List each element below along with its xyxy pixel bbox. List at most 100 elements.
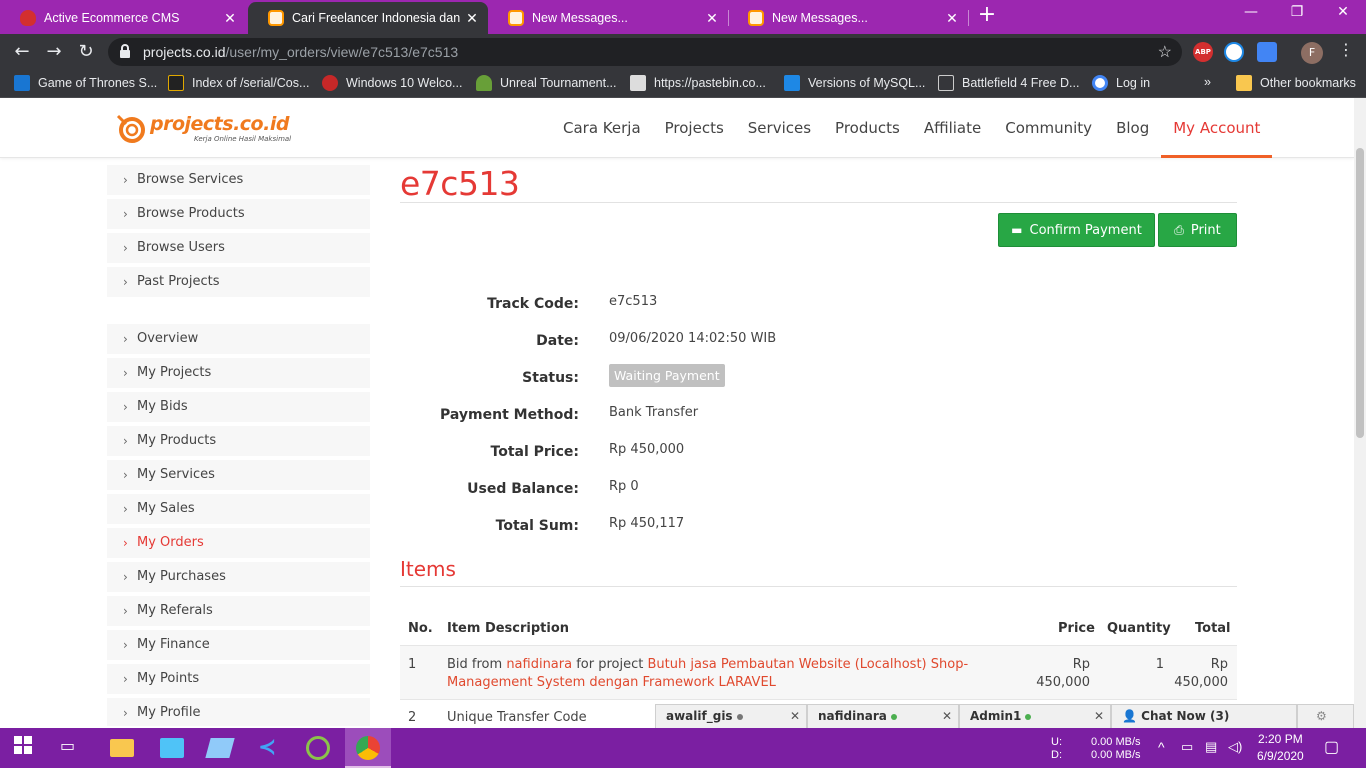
page-scrollbar[interactable] xyxy=(1354,98,1366,728)
chat-tab[interactable]: awalif_gis ✕ xyxy=(655,704,807,728)
tab-title: New Messages... xyxy=(532,11,628,25)
printer-icon: ⎙ xyxy=(1174,222,1184,237)
chat-tab[interactable]: nafidinara ✕ xyxy=(807,704,959,728)
sidebar-item-my-profile[interactable]: › My Profile xyxy=(107,698,370,728)
sidebar-item-my-points[interactable]: › My Points xyxy=(107,664,370,696)
browser-tab[interactable]: New Messages... ✕ xyxy=(488,2,728,34)
extension-icon[interactable] xyxy=(1224,42,1244,62)
nav-blog[interactable]: Blog xyxy=(1104,98,1161,158)
bookmark-star-icon[interactable]: ☆ xyxy=(1158,42,1172,62)
online-status-icon xyxy=(1025,713,1032,720)
file-explorer-icon[interactable] xyxy=(110,739,134,757)
windows-start-icon[interactable] xyxy=(14,736,38,760)
nav-services[interactable]: Services xyxy=(736,98,823,158)
sidebar-item-my-services[interactable]: › My Services xyxy=(107,460,370,492)
control-panel-icon[interactable] xyxy=(160,738,184,758)
clock-date[interactable]: 6/9/2020 xyxy=(1257,749,1304,763)
sidebar-item-my-purchases[interactable]: › My Purchases xyxy=(107,562,370,594)
nav-community[interactable]: Community xyxy=(993,98,1104,158)
table-divider xyxy=(400,699,1237,700)
volume-icon[interactable]: ◁) xyxy=(1228,739,1242,755)
chat-settings[interactable]: ⚙ xyxy=(1297,704,1354,728)
sidebar-item-my-products[interactable]: › My Products xyxy=(107,426,370,458)
online-status-icon xyxy=(890,713,897,720)
browser-tab[interactable]: Active Ecommerce CMS ✕ xyxy=(0,2,246,34)
restore-icon[interactable]: ❐ xyxy=(1274,4,1320,20)
minimize-icon[interactable]: — xyxy=(1228,4,1274,20)
nav-projects[interactable]: Projects xyxy=(653,98,736,158)
confirm-payment-button[interactable]: ▬ Confirm Payment xyxy=(998,213,1155,247)
address-bar[interactable]: projects.co.id /user/my_orders/view/e7c5… xyxy=(108,38,1182,66)
sidebar-item-past-projects[interactable]: › Past Projects xyxy=(107,267,370,299)
nav-products[interactable]: Products xyxy=(823,98,912,158)
other-bookmarks[interactable]: Other bookmarks xyxy=(1236,75,1356,91)
chat-now-tab[interactable]: 👤 Chat Now (3) xyxy=(1111,704,1297,728)
sidebar-item-my-finance[interactable]: › My Finance xyxy=(107,630,370,662)
battery-icon[interactable]: ▭ xyxy=(1181,739,1193,755)
sidebar-item-my-orders[interactable]: › My Orders xyxy=(107,528,370,560)
browser-tab[interactable]: New Messages... ✕ xyxy=(728,2,968,34)
bookmark-item[interactable]: https://pastebin.co... xyxy=(630,75,766,91)
translate-icon[interactable] xyxy=(1257,42,1277,62)
chat-tab[interactable]: Admin1 ✕ xyxy=(959,704,1111,728)
bookmark-item[interactable]: Windows 10 Welco... xyxy=(322,75,462,91)
google-icon xyxy=(1092,75,1108,91)
profile-avatar[interactable]: F xyxy=(1301,42,1323,64)
network-icon[interactable]: ▤ xyxy=(1205,739,1217,755)
sidebar-item-browse-products[interactable]: › Browse Products xyxy=(107,199,370,231)
bookmark-item[interactable]: Index of /serial/Cos... xyxy=(168,75,309,91)
close-icon[interactable]: ✕ xyxy=(790,705,800,728)
close-icon[interactable]: ✕ xyxy=(704,10,720,27)
bookmark-favicon-icon xyxy=(14,75,30,91)
back-icon[interactable]: ← xyxy=(10,40,34,64)
close-icon[interactable]: ✕ xyxy=(464,10,480,27)
bookmarks-overflow-icon[interactable]: » xyxy=(1204,75,1211,89)
vscode-icon[interactable]: ≺ xyxy=(258,736,282,760)
app-icon[interactable] xyxy=(306,736,330,760)
chrome-icon[interactable] xyxy=(356,736,380,760)
clock-time[interactable]: 2:20 PM xyxy=(1258,732,1303,746)
sidebar-item-browse-users[interactable]: › Browse Users xyxy=(107,233,370,265)
nav-affiliate[interactable]: Affiliate xyxy=(912,98,993,158)
nav-cara-kerja[interactable]: Cara Kerja xyxy=(551,98,653,158)
sidebar-item-my-bids[interactable]: › My Bids xyxy=(107,392,370,424)
close-icon[interactable]: ✕ xyxy=(222,10,238,27)
projects-logo-icon xyxy=(508,10,524,26)
print-button[interactable]: ⎙ Print xyxy=(1158,213,1237,247)
notepad-icon[interactable] xyxy=(205,738,235,758)
bookmark-item[interactable]: Game of Thrones S... xyxy=(14,75,157,91)
sidebar-item-my-projects[interactable]: › My Projects xyxy=(107,358,370,390)
bookmark-item[interactable]: Versions of MySQL... xyxy=(784,75,925,91)
browser-toolbar: ← → ↻ projects.co.id /user/my_orders/vie… xyxy=(0,34,1366,70)
reload-icon[interactable]: ↻ xyxy=(74,40,98,64)
sidebar-item-my-referals[interactable]: › My Referals xyxy=(107,596,370,628)
bookmark-item[interactable]: Unreal Tournament... xyxy=(476,75,617,91)
bookmark-item[interactable]: Log in xyxy=(1092,75,1150,91)
adblock-icon[interactable]: ABP xyxy=(1193,42,1213,62)
forward-icon[interactable]: → xyxy=(42,40,66,64)
notification-icon[interactable]: ▢ xyxy=(1324,737,1339,757)
nav-my-account[interactable]: My Account xyxy=(1161,98,1273,158)
bookmark-item[interactable]: Battlefield 4 Free D... xyxy=(938,75,1079,91)
net-down-speed: 0.00 MB/s xyxy=(1091,749,1141,761)
close-icon[interactable]: ✕ xyxy=(942,705,952,728)
items-heading: Items xyxy=(400,557,456,581)
close-icon[interactable]: ✕ xyxy=(944,10,960,27)
site-logo[interactable]: projects.co.id Kerja Online Hasil Maksim… xyxy=(114,112,304,146)
sidebar-item-overview[interactable]: › Overview xyxy=(107,324,370,356)
date-value: 09/06/2020 14:02:50 WIB xyxy=(609,331,777,346)
new-tab-icon[interactable]: + xyxy=(976,4,998,27)
bidder-link[interactable]: nafidinara xyxy=(506,657,572,672)
sidebar-item-my-sales[interactable]: › My Sales xyxy=(107,494,370,526)
page-title: e7c513 xyxy=(400,164,520,203)
chevron-right-icon: › xyxy=(123,638,128,652)
task-view-icon[interactable]: ▭ xyxy=(60,736,84,760)
sidebar-item-browse-services[interactable]: › Browse Services xyxy=(107,165,370,197)
browser-tab-active[interactable]: Cari Freelancer Indonesia dan Pek ✕ xyxy=(248,2,488,34)
browser-menu-icon[interactable]: ⋮ xyxy=(1336,40,1356,59)
tray-chevron-up-icon[interactable]: ^ xyxy=(1158,739,1165,755)
close-icon[interactable]: ✕ xyxy=(1094,705,1104,728)
gear-icon[interactable]: ⚙ xyxy=(1316,709,1327,723)
window-close-icon[interactable]: ✕ xyxy=(1320,4,1366,20)
scrollbar-thumb[interactable] xyxy=(1356,148,1364,438)
